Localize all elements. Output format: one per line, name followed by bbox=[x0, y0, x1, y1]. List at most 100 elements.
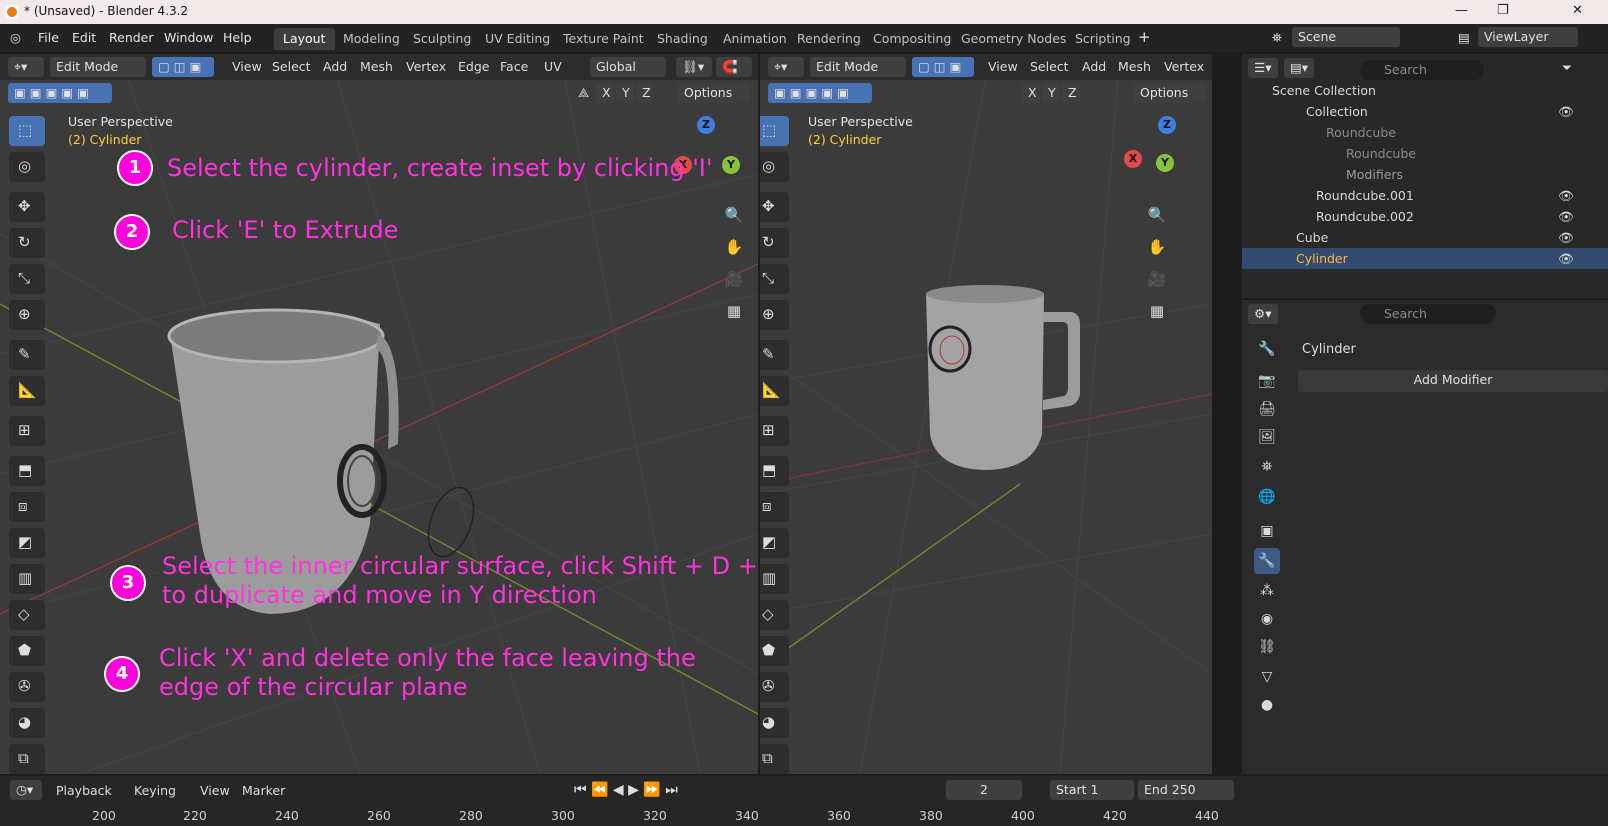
mode-selector[interactable]: Edit Mode bbox=[50, 57, 146, 77]
visibility-eye-icon[interactable]: 👁 bbox=[1558, 251, 1574, 267]
orientation-selector[interactable]: Global bbox=[590, 57, 666, 77]
menu-file[interactable]: File bbox=[38, 30, 59, 45]
grid-view-icon[interactable]: ▦ bbox=[721, 298, 747, 324]
modifier-tab-icon[interactable]: 🔧 bbox=[1254, 548, 1280, 574]
pan-hand-icon[interactable]: ✋ bbox=[721, 234, 747, 260]
select-box-tool[interactable]: ⬚ bbox=[9, 116, 45, 146]
viewport-left[interactable]: ⌖▾ Edit Mode ▢ ◫ ▣ View Select Add Mesh … bbox=[0, 54, 758, 774]
menu-edit[interactable]: Edit bbox=[72, 30, 96, 45]
loop-cut-tool[interactable]: ▥ bbox=[9, 564, 45, 594]
playback-controls[interactable]: ⏮ ⏪ ◀ ▶ ⏩ ⏭ bbox=[574, 782, 678, 798]
options-button-right[interactable]: Options bbox=[1134, 83, 1206, 103]
menu-view-right[interactable]: View bbox=[988, 59, 1018, 74]
tab-compositing[interactable]: Compositing bbox=[864, 28, 960, 50]
menu-add-right[interactable]: Add bbox=[1082, 59, 1106, 74]
tab-layout[interactable]: Layout bbox=[274, 28, 335, 50]
annotate-tool[interactable]: ✎ bbox=[9, 340, 45, 370]
scene-tab-icon[interactable]: ⛯ bbox=[1254, 454, 1280, 480]
data-tab-icon[interactable]: ▽ bbox=[1254, 664, 1280, 690]
tab-animation[interactable]: Animation bbox=[714, 28, 796, 50]
outliner-scene-collection[interactable]: Scene Collection bbox=[1242, 80, 1608, 101]
editor-type-button-right[interactable]: ⌖▾ bbox=[768, 57, 804, 77]
particles-tab-icon[interactable]: ⁂ bbox=[1254, 578, 1280, 604]
outliner-modifiers[interactable]: Modifiers bbox=[1242, 164, 1608, 185]
keying-menu[interactable]: Keying bbox=[134, 783, 176, 798]
grid-view-icon-right[interactable]: ▦ bbox=[1144, 298, 1170, 324]
visibility-eye-icon[interactable]: 👁 bbox=[1558, 104, 1574, 120]
axis-x-toggle-right[interactable]: X bbox=[1022, 83, 1040, 103]
menu-mesh-right[interactable]: Mesh bbox=[1118, 59, 1151, 74]
world-tab-icon[interactable]: 🌐 bbox=[1254, 484, 1280, 510]
menu-edge[interactable]: Edge bbox=[458, 59, 489, 74]
tab-shading[interactable]: Shading bbox=[648, 28, 717, 50]
tab-modeling[interactable]: Modeling bbox=[334, 28, 409, 50]
options-button[interactable]: Options bbox=[678, 83, 750, 103]
shear-tool[interactable]: ⧉ bbox=[9, 744, 45, 774]
menu-render[interactable]: Render bbox=[109, 30, 154, 45]
camera-icon-right[interactable]: 🎥 bbox=[1144, 266, 1170, 292]
gizmo-y-icon[interactable]: Y bbox=[722, 156, 740, 174]
end-frame-field[interactable]: End 250 bbox=[1138, 780, 1234, 800]
pivot-icon[interactable]: ⛓▾ bbox=[676, 57, 712, 77]
add-workspace-button[interactable]: + bbox=[1138, 28, 1151, 46]
move-tool[interactable]: ✥ bbox=[9, 192, 45, 222]
minimize-button[interactable]: — bbox=[1455, 3, 1468, 18]
smooth-tool[interactable]: ◕ bbox=[9, 708, 45, 738]
move-tool-right[interactable]: ✥ bbox=[760, 192, 789, 222]
outliner-roundcube[interactable]: Roundcube bbox=[1242, 122, 1608, 143]
menu-select[interactable]: Select bbox=[272, 59, 311, 74]
viewport-right[interactable]: ⌖▾ Edit Mode ▢ ◫ ▣ View Select Add Mesh … bbox=[760, 54, 1212, 774]
menu-vertex-right[interactable]: Vertex bbox=[1164, 59, 1204, 74]
select-box-modes[interactable]: ▣ ▣ ▣ ▣ ▣ bbox=[8, 83, 112, 103]
visibility-eye-icon[interactable]: 👁 bbox=[1558, 209, 1574, 225]
axis-z-toggle[interactable]: Z bbox=[636, 83, 654, 103]
visibility-eye-icon[interactable]: 👁 bbox=[1558, 188, 1574, 204]
transform-tool-right[interactable]: ⊕ bbox=[760, 300, 789, 330]
editor-type-button[interactable]: ⌖▾ bbox=[8, 57, 44, 77]
tab-texture-paint[interactable]: Texture Paint bbox=[554, 28, 653, 50]
snap-icon[interactable]: 🧲 bbox=[716, 57, 752, 77]
playback-menu[interactable]: Playback bbox=[56, 783, 112, 798]
axis-x-toggle[interactable]: X bbox=[596, 83, 614, 103]
add-cube-tool-right[interactable]: ⊞ bbox=[760, 416, 789, 446]
menu-select-right[interactable]: Select bbox=[1030, 59, 1069, 74]
outliner-display-mode[interactable]: ▤▾ bbox=[1284, 58, 1314, 78]
rotate-tool[interactable]: ↻ bbox=[9, 228, 45, 258]
scale-tool-right[interactable]: ⤡ bbox=[760, 264, 789, 294]
menu-face[interactable]: Face bbox=[500, 59, 528, 74]
maximize-button[interactable]: ❐ bbox=[1497, 3, 1509, 18]
scale-tool[interactable]: ⤡ bbox=[9, 264, 45, 294]
menu-mesh[interactable]: Mesh bbox=[360, 59, 393, 74]
outliner-roundcube-002[interactable]: Roundcube.002 👁 bbox=[1242, 206, 1608, 227]
camera-icon[interactable]: 🎥 bbox=[721, 266, 747, 292]
select-mode-group-right[interactable]: ▢ ◫ ▣ bbox=[912, 57, 974, 77]
knife-tool[interactable]: ◇ bbox=[9, 600, 45, 630]
filter-icon[interactable]: ⏷ bbox=[1562, 60, 1572, 76]
tab-sculpting[interactable]: Sculpting bbox=[404, 28, 480, 50]
spin-tool[interactable]: ✇ bbox=[9, 672, 45, 702]
close-button[interactable]: ✕ bbox=[1572, 3, 1583, 18]
bevel-tool[interactable]: ◩ bbox=[9, 528, 45, 558]
inset-tool-right[interactable]: ⧈ bbox=[760, 492, 789, 522]
outliner-collection[interactable]: Collection 👁 bbox=[1242, 101, 1608, 122]
timeline-editor-type[interactable]: ◷▾ bbox=[10, 780, 42, 800]
extrude-tool[interactable]: ⬒ bbox=[9, 456, 45, 486]
add-cube-tool[interactable]: ⊞ bbox=[9, 416, 45, 446]
zoom-icon-right[interactable]: 🔍 bbox=[1144, 202, 1170, 228]
blender-menu-icon[interactable]: ◎ bbox=[10, 30, 21, 45]
menu-uv[interactable]: UV bbox=[544, 59, 562, 74]
axis-z-toggle-right[interactable]: Z bbox=[1062, 83, 1080, 103]
select-box-modes-right[interactable]: ▣ ▣ ▣ ▣ ▣ bbox=[768, 83, 872, 103]
cursor-tool[interactable]: ◎ bbox=[9, 152, 45, 182]
mirror-icon[interactable]: ⟁ bbox=[572, 83, 592, 103]
measure-tool-right[interactable]: 📐 bbox=[760, 376, 789, 406]
outliner-roundcube-001[interactable]: Roundcube.001 👁 bbox=[1242, 185, 1608, 206]
menu-add[interactable]: Add bbox=[323, 59, 347, 74]
material-tab-icon[interactable]: ● bbox=[1254, 692, 1280, 718]
menu-vertex[interactable]: Vertex bbox=[406, 59, 446, 74]
menu-view[interactable]: View bbox=[232, 59, 262, 74]
loop-cut-tool-right[interactable]: ▥ bbox=[760, 564, 789, 594]
mode-selector-right[interactable]: Edit Mode bbox=[810, 57, 906, 77]
view-layer-selector[interactable]: ViewLayer bbox=[1478, 27, 1578, 47]
poly-build-tool-right[interactable]: ⬟ bbox=[760, 636, 789, 666]
